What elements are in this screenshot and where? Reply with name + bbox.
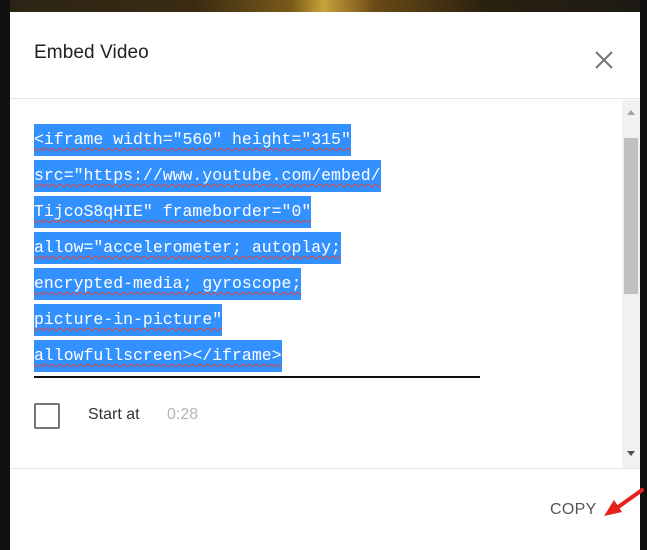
code-line: allowfullscreen></iframe> xyxy=(34,338,480,374)
copy-button[interactable]: COPY xyxy=(550,501,597,519)
scroll-up-arrow-icon[interactable] xyxy=(627,110,635,115)
dialog-title: Embed Video xyxy=(34,42,149,63)
scrollbar-thumb[interactable] xyxy=(624,138,638,294)
header-divider xyxy=(10,98,640,99)
close-icon xyxy=(595,51,613,69)
code-line: allow="accelerometer; autoplay; xyxy=(34,230,480,266)
background-right-edge xyxy=(640,0,647,550)
code-line: TijcoS8qHIE" frameborder="0" xyxy=(34,194,480,230)
footer-divider xyxy=(10,468,640,469)
start-at-time: 0:28 xyxy=(167,406,199,423)
code-line: src="https://www.youtube.com/embed/ xyxy=(34,158,480,194)
textarea-underline xyxy=(34,376,480,378)
background-left-edge xyxy=(0,0,10,550)
background-video-frame xyxy=(0,0,647,12)
start-at-label: Start at xyxy=(88,406,140,423)
scrollbar[interactable] xyxy=(622,100,640,468)
scroll-down-arrow-icon[interactable] xyxy=(627,451,635,456)
embed-video-dialog: Embed Video <iframe width="560" height="… xyxy=(10,12,644,550)
close-button[interactable] xyxy=(590,46,618,74)
embed-code-textarea[interactable]: <iframe width="560" height="315" src="ht… xyxy=(34,122,480,376)
code-line: encrypted-media; gyroscope; xyxy=(34,266,480,302)
start-at-checkbox[interactable] xyxy=(34,403,60,429)
red-arrow-annotation-icon xyxy=(604,488,644,516)
code-line: picture-in-picture" xyxy=(34,302,480,338)
code-line: <iframe width="560" height="315" xyxy=(34,122,480,158)
